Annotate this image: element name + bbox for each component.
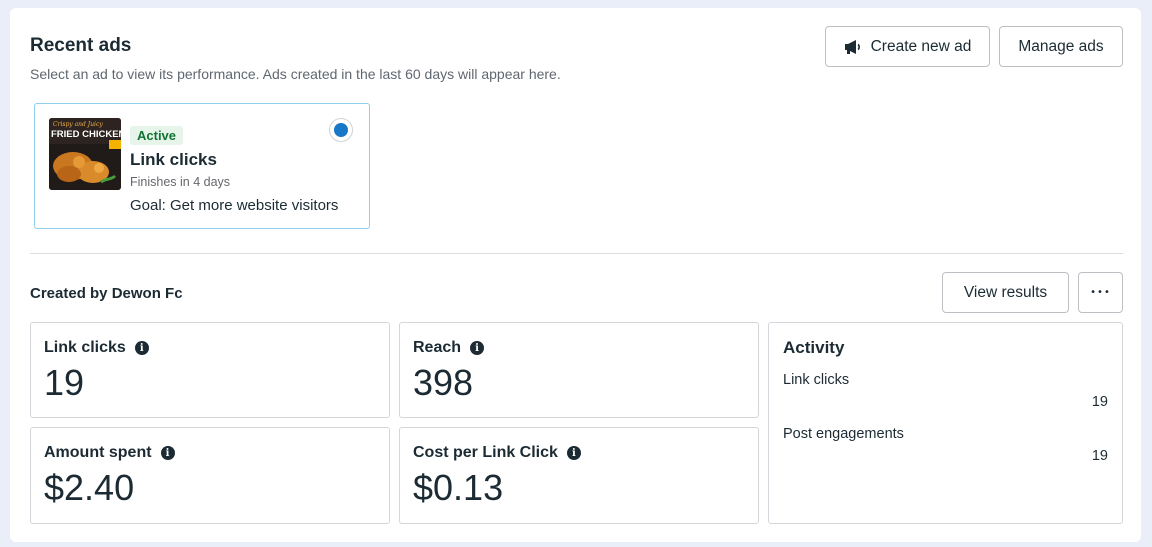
svg-text:Crispy and Juicy: Crispy and Juicy: [53, 121, 103, 128]
section-divider: [30, 253, 1123, 254]
activity-row-value: 19: [1091, 448, 1108, 464]
info-icon[interactable]: i: [134, 341, 149, 355]
stat-link-clicks: Link clicks i 19: [30, 322, 390, 418]
activity-row-label: Post engagements: [783, 426, 904, 442]
manage-ads-button[interactable]: Manage ads: [999, 26, 1123, 67]
stat-label: Link clicks: [44, 339, 126, 356]
stat-label: Reach: [413, 339, 462, 356]
activity-row-value: 19: [1091, 394, 1108, 410]
activity-title: Activity: [783, 338, 845, 357]
page-title: Recent ads: [30, 35, 132, 56]
recent-ads-panel: Recent ads Select an ad to view its perf…: [10, 8, 1141, 542]
ad-card[interactable]: Crispy and Juicy FRIED CHICKEN Active Li…: [34, 103, 370, 229]
create-new-ad-label: Create new ad: [870, 37, 972, 55]
stat-label-row: Link clicks i: [44, 339, 149, 357]
svg-text:FRIED CHICKEN: FRIED CHICKEN: [51, 129, 121, 140]
info-icon[interactable]: i: [566, 446, 581, 460]
stat-label: Amount spent: [44, 444, 152, 461]
stat-cost-per-link-click: Cost per Link Click i $0.13: [399, 427, 759, 524]
stat-value: $2.40: [44, 467, 135, 508]
ad-select-radio[interactable]: [329, 118, 353, 142]
created-by-label: Created by Dewon Fc: [30, 285, 183, 302]
stat-value: $0.13: [413, 467, 504, 508]
ad-name: Link clicks: [130, 150, 217, 169]
activity-row-label: Link clicks: [783, 372, 850, 388]
info-icon[interactable]: i: [470, 341, 485, 355]
stat-value: 19: [44, 362, 85, 403]
stat-reach: Reach i 398: [399, 322, 759, 418]
view-results-button[interactable]: View results: [942, 272, 1069, 313]
create-new-ad-button[interactable]: Create new ad: [825, 26, 990, 67]
more-options-button[interactable]: •••: [1078, 272, 1123, 313]
more-horizontal-icon: •••: [1090, 287, 1111, 298]
manage-ads-label: Manage ads: [1018, 37, 1104, 55]
stat-label-row: Amount spent i: [44, 444, 175, 462]
info-icon[interactable]: i: [160, 446, 175, 460]
status-badge: Active: [130, 126, 184, 145]
view-results-label: View results: [963, 283, 1048, 301]
megaphone-icon: [844, 39, 860, 54]
stat-label-row: Cost per Link Click i: [413, 444, 581, 462]
stat-value: 398: [413, 362, 474, 403]
stat-label: Cost per Link Click: [413, 444, 558, 461]
stat-label-row: Reach i: [413, 339, 485, 357]
activity-panel: Activity Link clicks 19 Post engagements…: [768, 322, 1123, 524]
ad-thumbnail: Crispy and Juicy FRIED CHICKEN: [49, 118, 121, 190]
ad-goal: Goal: Get more website visitors: [130, 197, 339, 214]
fried-chicken-image: Crispy and Juicy FRIED CHICKEN: [49, 118, 121, 190]
ad-finish-date: Finishes in 4 days: [130, 175, 231, 189]
radio-selected-dot: [334, 123, 348, 137]
page-subtitle: Select an ad to view its performance. Ad…: [30, 66, 561, 82]
stat-amount-spent: Amount spent i $2.40: [30, 427, 390, 524]
